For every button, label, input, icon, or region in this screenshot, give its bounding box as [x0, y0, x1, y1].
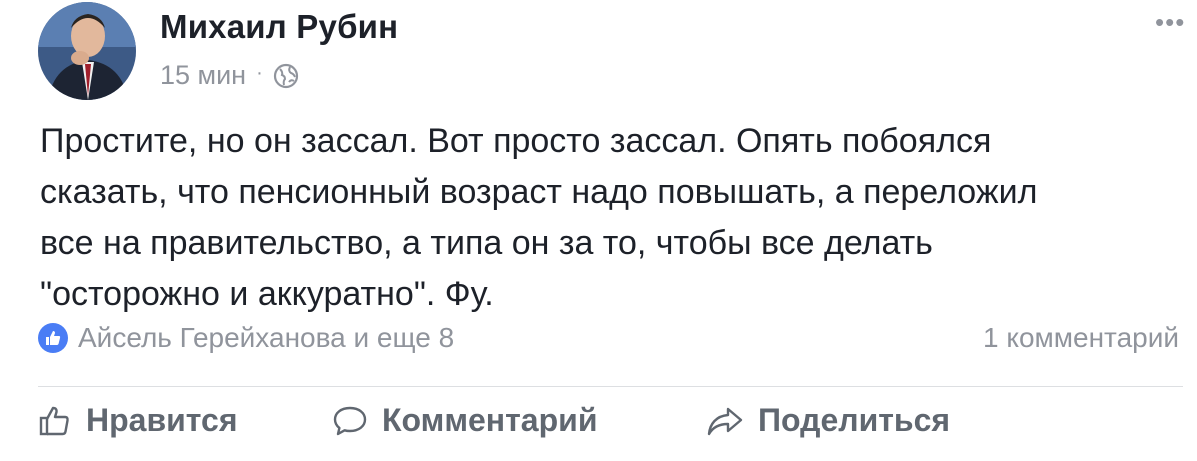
author-name[interactable]: Михаил Рубин [160, 8, 398, 46]
post-text-line: все на правительство, а типа он за то, ч… [40, 224, 933, 262]
like-icon [38, 323, 68, 353]
like-button[interactable]: Нравится [38, 402, 238, 439]
globe-icon[interactable] [273, 63, 299, 89]
more-options-icon[interactable]: ••• [1155, 9, 1185, 35]
post-text-line: "осторожно и аккуратно". Фу. [40, 275, 494, 313]
facebook-post: Михаил Рубин 15 мин · ••• Простите, но о… [0, 0, 1197, 461]
divider [38, 386, 1183, 387]
post-time[interactable]: 15 мин [160, 60, 246, 91]
post-text-line: сказать, что пенсионный возраст надо пов… [40, 173, 1038, 211]
avatar[interactable] [38, 2, 136, 100]
meta-separator: · [256, 62, 263, 84]
reactions-text: Айсель Герейханова и еще 8 [78, 322, 455, 353]
share-arrow-icon [707, 407, 743, 435]
post-text-line: Простите, но он зассал. Вот просто засса… [40, 122, 992, 160]
thumbs-up-icon [39, 406, 69, 435]
speech-bubble-icon [333, 406, 367, 435]
like-label: Нравится [86, 402, 238, 438]
share-label: Поделиться [758, 402, 951, 438]
share-button[interactable]: Поделиться [706, 402, 950, 439]
comments-count[interactable]: 1 комментарий [983, 322, 1179, 354]
post-meta: 15 мин · [160, 60, 299, 91]
action-bar: Нравится Комментарий Поделиться [0, 402, 1197, 452]
post-text: Простите, но он зассал. Вот просто засса… [40, 116, 1160, 320]
comment-label: Комментарий [382, 402, 598, 438]
comment-button[interactable]: Комментарий [332, 402, 597, 439]
reactions-summary[interactable]: Айсель Герейханова и еще 8 [38, 322, 454, 354]
